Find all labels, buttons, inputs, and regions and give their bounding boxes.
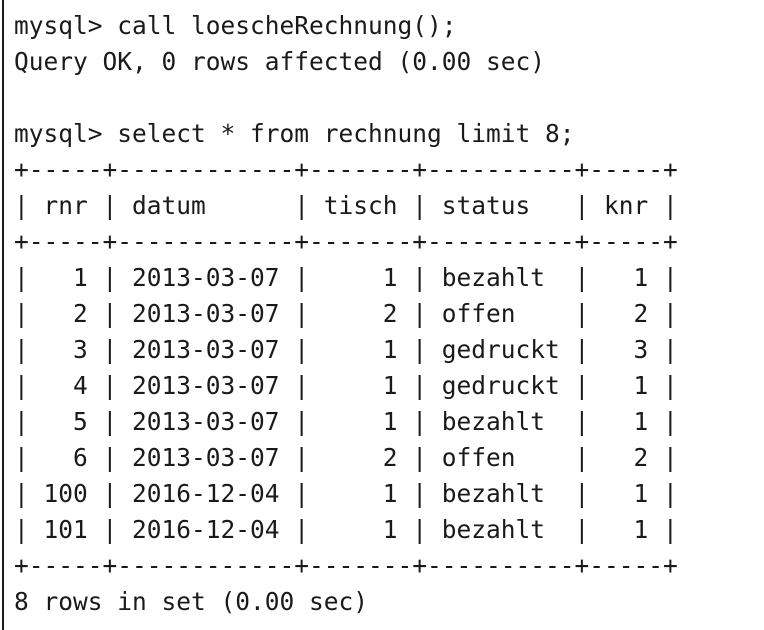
rows-in-set-message: 8 rows in set (0.00 sec) xyxy=(14,587,369,616)
command-line-call: mysql> call loescheRechnung(); xyxy=(14,11,457,40)
table-border-top: +-----+------------+-------+----------+-… xyxy=(14,155,678,184)
command-line-select: mysql> select * from rechnung limit 8; xyxy=(14,119,575,148)
table-row: | 3 | 2013-03-07 | 1 | gedruckt | 3 | xyxy=(14,335,678,364)
table-header-row: | rnr | datum | tisch | status | knr | xyxy=(14,191,678,220)
table-row: | 100 | 2016-12-04 | 1 | bezahlt | 1 | xyxy=(14,479,678,508)
table-border-header: +-----+------------+-------+----------+-… xyxy=(14,227,678,256)
table-row: | 2 | 2013-03-07 | 2 | offen | 2 | xyxy=(14,299,678,328)
query-result-message: Query OK, 0 rows affected (0.00 sec) xyxy=(14,47,546,76)
table-row: | 101 | 2016-12-04 | 1 | bezahlt | 1 | xyxy=(14,515,678,544)
table-row: | 4 | 2013-03-07 | 1 | gedruckt | 1 | xyxy=(14,371,678,400)
table-row: | 1 | 2013-03-07 | 1 | bezahlt | 1 | xyxy=(14,263,678,292)
table-row: | 5 | 2013-03-07 | 1 | bezahlt | 1 | xyxy=(14,407,678,436)
table-row: | 6 | 2013-03-07 | 2 | offen | 2 | xyxy=(14,443,678,472)
terminal-window[interactable]: mysql> call loescheRechnung(); Query OK,… xyxy=(2,0,762,630)
table-border-bottom: +-----+------------+-------+----------+-… xyxy=(14,551,678,580)
